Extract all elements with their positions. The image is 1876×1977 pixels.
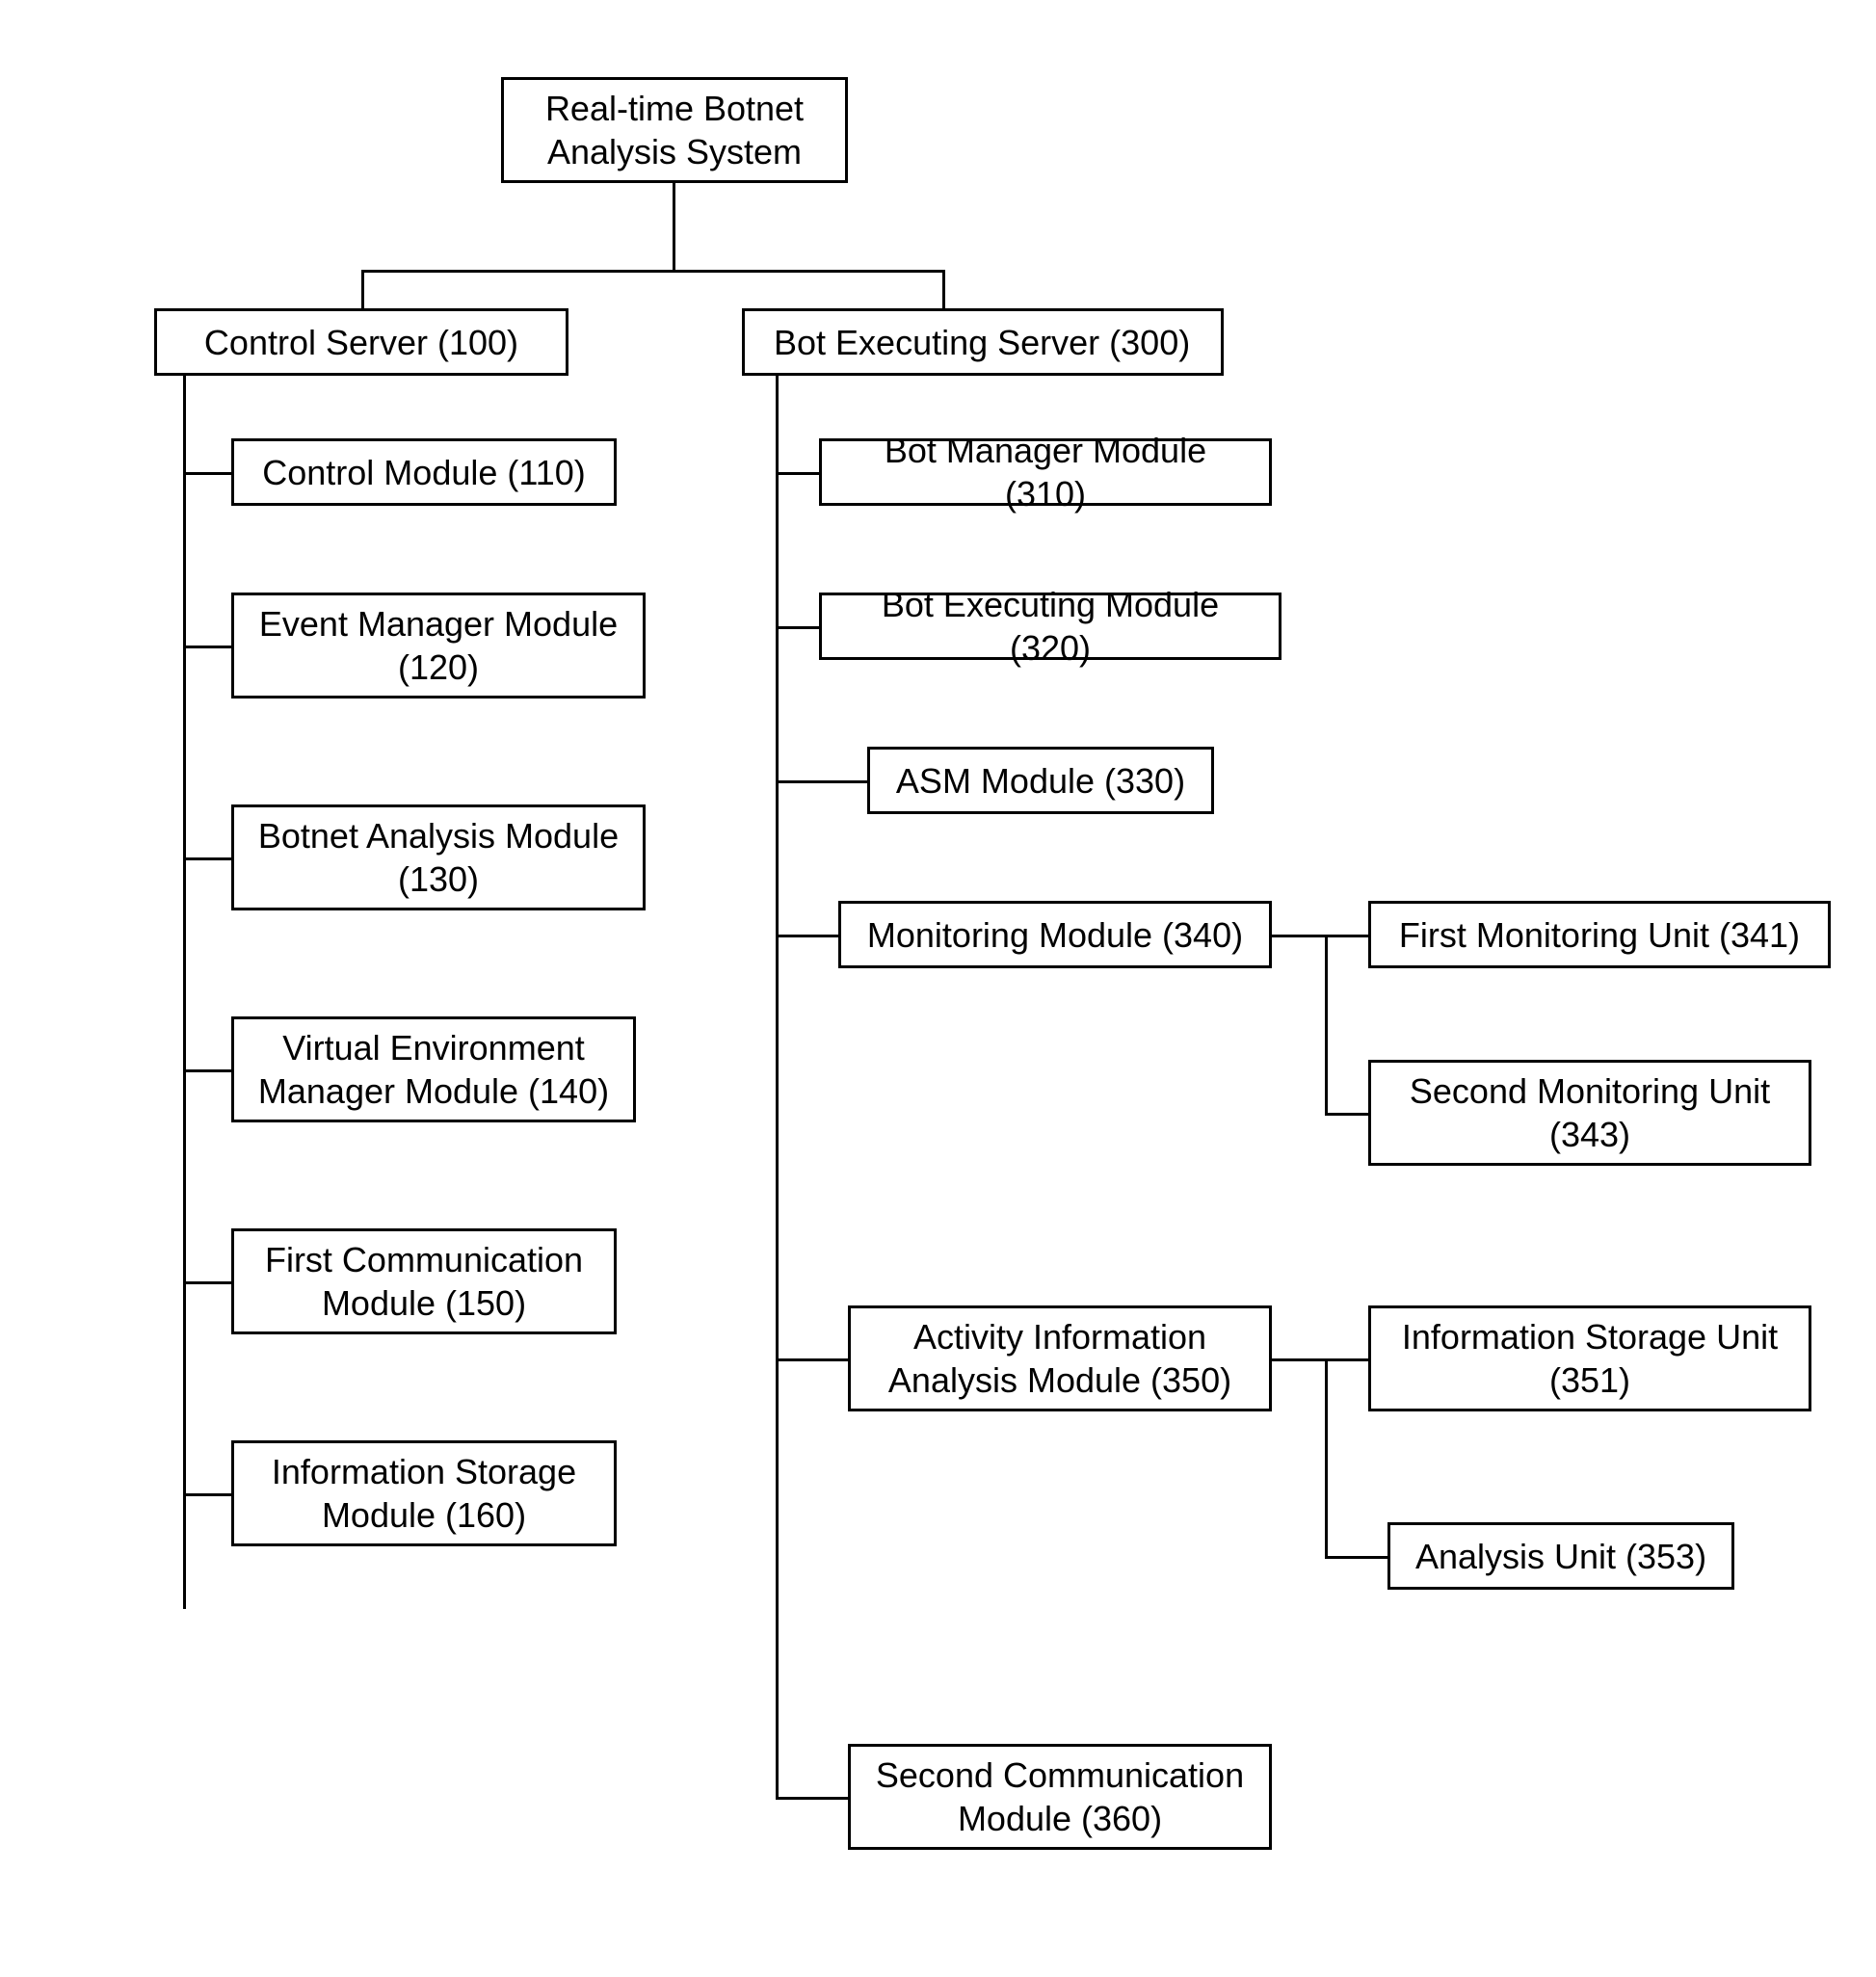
connector <box>1272 935 1325 937</box>
connector <box>776 1358 848 1361</box>
connector <box>776 935 838 937</box>
analysis-unit-node: Analysis Unit (353) <box>1387 1522 1734 1590</box>
connector <box>776 472 819 475</box>
bot-manager-module-node: Bot Manager Module (310) <box>819 438 1272 506</box>
node-label: Second Monitoring Unit (343) <box>1388 1069 1791 1156</box>
first-comm-module-node: First Communication Module (150) <box>231 1228 617 1334</box>
connector <box>1325 1358 1368 1361</box>
connector <box>183 1281 231 1284</box>
node-label: Second Communication Module (360) <box>868 1753 1252 1840</box>
connector <box>1325 1358 1328 1556</box>
connector <box>1325 1113 1368 1116</box>
connector <box>1325 935 1328 1113</box>
asm-module-node: ASM Module (330) <box>867 747 1214 814</box>
bot-server-label: Bot Executing Server (300) <box>774 321 1190 364</box>
botnet-analysis-module-node: Botnet Analysis Module (130) <box>231 804 646 910</box>
connector <box>776 780 867 783</box>
connector <box>776 376 779 1797</box>
node-label: First Communication Module (150) <box>251 1238 596 1325</box>
node-label: Botnet Analysis Module (130) <box>251 814 625 901</box>
second-comm-module-node: Second Communication Module (360) <box>848 1744 1272 1850</box>
node-label: Analysis Unit (353) <box>1415 1535 1706 1578</box>
event-manager-module-node: Event Manager Module (120) <box>231 593 646 699</box>
control-server-node: Control Server (100) <box>154 308 568 376</box>
node-label: First Monitoring Unit (341) <box>1399 913 1800 957</box>
node-label: Bot Manager Module (310) <box>839 429 1252 515</box>
info-storage-module-node: Information Storage Module (160) <box>231 1440 617 1546</box>
connector <box>183 376 186 1609</box>
node-label: Activity Information Analysis Module (35… <box>868 1315 1252 1402</box>
connector <box>183 646 231 648</box>
node-label: ASM Module (330) <box>896 759 1185 803</box>
monitoring-module-node: Monitoring Module (340) <box>838 901 1272 968</box>
connector <box>776 626 819 629</box>
control-module-node: Control Module (110) <box>231 438 617 506</box>
node-label: Information Storage Unit (351) <box>1388 1315 1791 1402</box>
diagram-canvas: Real-time Botnet Analysis System Control… <box>39 58 1837 1919</box>
root-label: Real-time Botnet Analysis System <box>521 87 828 173</box>
node-label: Event Manager Module (120) <box>251 602 625 689</box>
first-monitoring-unit-node: First Monitoring Unit (341) <box>1368 901 1831 968</box>
node-label: Information Storage Module (160) <box>251 1450 596 1537</box>
root-node: Real-time Botnet Analysis System <box>501 77 848 183</box>
connector <box>183 857 231 860</box>
connector <box>361 270 944 273</box>
connector <box>942 270 945 308</box>
node-label: Monitoring Module (340) <box>867 913 1243 957</box>
connector <box>776 1797 848 1800</box>
info-storage-unit-node: Information Storage Unit (351) <box>1368 1305 1811 1411</box>
bot-server-node: Bot Executing Server (300) <box>742 308 1224 376</box>
connector <box>361 270 364 308</box>
node-label: Control Module (110) <box>262 451 586 494</box>
node-label: Bot Executing Module (320) <box>839 583 1261 670</box>
connector <box>1325 1556 1387 1559</box>
activity-info-module-node: Activity Information Analysis Module (35… <box>848 1305 1272 1411</box>
connector <box>183 1493 231 1496</box>
virtual-env-module-node: Virtual Environment Manager Module (140) <box>231 1016 636 1122</box>
connector <box>1272 1358 1325 1361</box>
connector <box>673 183 675 270</box>
connector <box>183 472 231 475</box>
node-label: Virtual Environment Manager Module (140) <box>251 1026 616 1113</box>
connector <box>183 1069 231 1072</box>
bot-executing-module-node: Bot Executing Module (320) <box>819 593 1281 660</box>
second-monitoring-unit-node: Second Monitoring Unit (343) <box>1368 1060 1811 1166</box>
control-server-label: Control Server (100) <box>204 321 518 364</box>
connector <box>1325 935 1368 937</box>
